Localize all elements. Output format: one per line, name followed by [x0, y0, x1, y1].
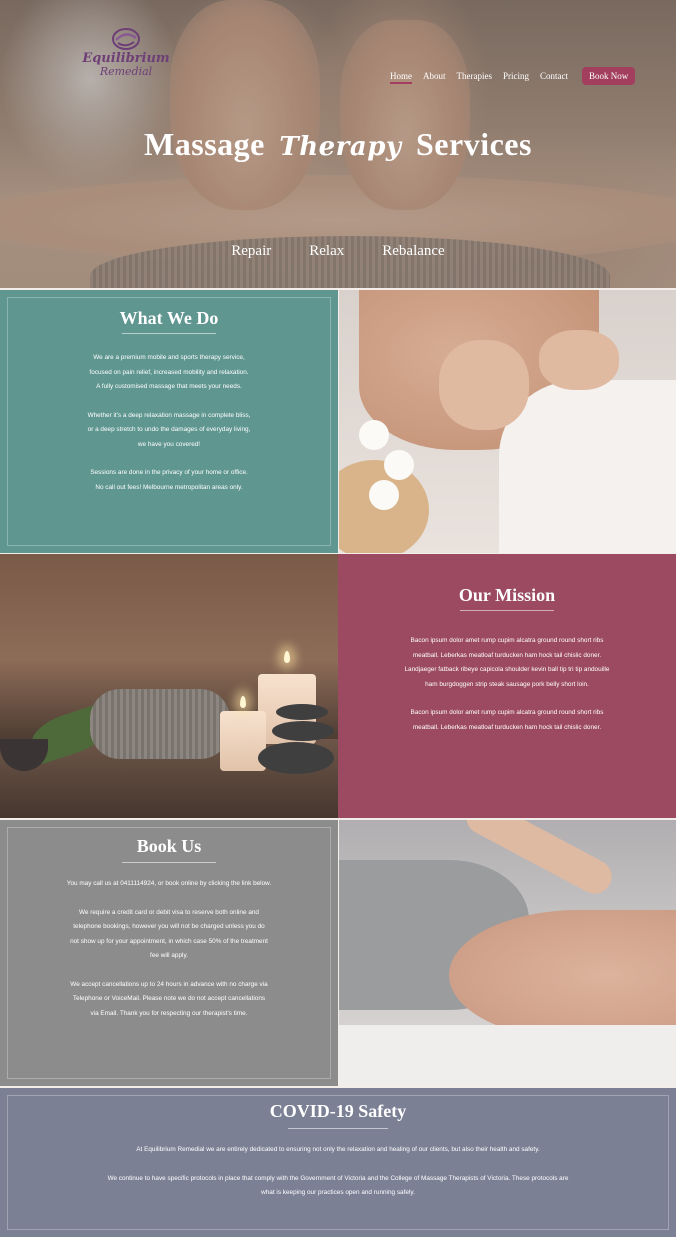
title-divider	[122, 862, 216, 863]
title-divider	[122, 333, 216, 334]
tagline-repair: Repair	[231, 243, 272, 259]
covid-safety-section: COVID-19 Safety At Equilibrium Remedial …	[0, 1088, 676, 1237]
our-mission-paragraph-2: Bacon ipsum dolor amet rump cupim alcatr…	[410, 709, 604, 731]
hero-section: Equilibrium Remedial Home About Therapie…	[0, 0, 676, 288]
our-mission-text: Bacon ipsum dolor amet rump cupim alcatr…	[338, 634, 676, 749]
lotus-logo-icon	[112, 28, 140, 50]
nav-contact[interactable]: Contact	[540, 71, 568, 81]
title-divider	[288, 1128, 388, 1129]
covid-text: At Equilibrium Remedial we are entirely …	[0, 1143, 676, 1215]
what-we-do-section: What We Do We are a premium mobile and s…	[0, 290, 338, 553]
covid-title: COVID-19 Safety	[269, 1101, 407, 1121]
hero-title-left: Massage	[144, 126, 265, 162]
nav-pricing[interactable]: Pricing	[503, 71, 529, 81]
hero-taglines: Repair Relax Rebalance	[0, 243, 676, 260]
book-us-text: You may call us at 0411114924, or book o…	[0, 877, 338, 1035]
brand-logo[interactable]: Equilibrium Remedial	[76, 26, 176, 84]
nav-home[interactable]: Home	[390, 71, 412, 84]
hero-title: Massage Therapy Services	[0, 126, 676, 163]
what-we-do-paragraph-2: Whether it's a deep relaxation massage i…	[87, 411, 251, 448]
massage-back-photo	[339, 290, 676, 553]
what-we-do-title: What We Do	[119, 308, 219, 328]
title-divider	[460, 610, 554, 611]
book-us-paragraph-3: We accept cancellations up to 24 hours i…	[70, 980, 268, 1017]
book-us-paragraph-1: You may call us at 0411114924, or book o…	[66, 880, 272, 887]
book-us-section: Book Us You may call us at 0411114924, o…	[0, 820, 338, 1086]
book-us-title: Book Us	[136, 836, 202, 856]
brand-name-line1: Equilibrium	[82, 51, 170, 66]
massage-shoulder-photo	[339, 820, 676, 1086]
our-mission-section: Our Mission Bacon ipsum dolor amet rump …	[338, 554, 676, 818]
covid-paragraph-2: We continue to have specific protocols i…	[107, 1174, 569, 1197]
hero-title-script: Therapy	[279, 132, 402, 162]
what-we-do-paragraph-3: Sessions are done in the privacy of your…	[90, 469, 248, 491]
what-we-do-text: We are a premium mobile and sports thera…	[0, 351, 338, 509]
book-us-paragraph-2: We require a credit card or debit visa t…	[70, 908, 268, 960]
what-we-do-paragraph-1: We are a premium mobile and sports thera…	[89, 354, 249, 390]
nav-therapies[interactable]: Therapies	[457, 71, 492, 81]
nav-about[interactable]: About	[423, 71, 446, 81]
our-mission-paragraph-1: Bacon ipsum dolor amet rump cupim alcatr…	[404, 637, 610, 688]
candles-stones-photo	[0, 554, 338, 818]
covid-paragraph-1: At Equilibrium Remedial we are entirely …	[136, 1146, 540, 1153]
hero-title-right: Services	[415, 126, 532, 162]
our-mission-title: Our Mission	[458, 585, 556, 605]
tagline-relax: Relax	[309, 243, 345, 259]
tagline-rebalance: Rebalance	[382, 243, 445, 259]
book-now-button[interactable]: Book Now	[581, 67, 636, 85]
main-nav: Home About Therapies Pricing Contact Boo…	[390, 67, 636, 85]
brand-name-line2: Remedial	[99, 65, 153, 78]
